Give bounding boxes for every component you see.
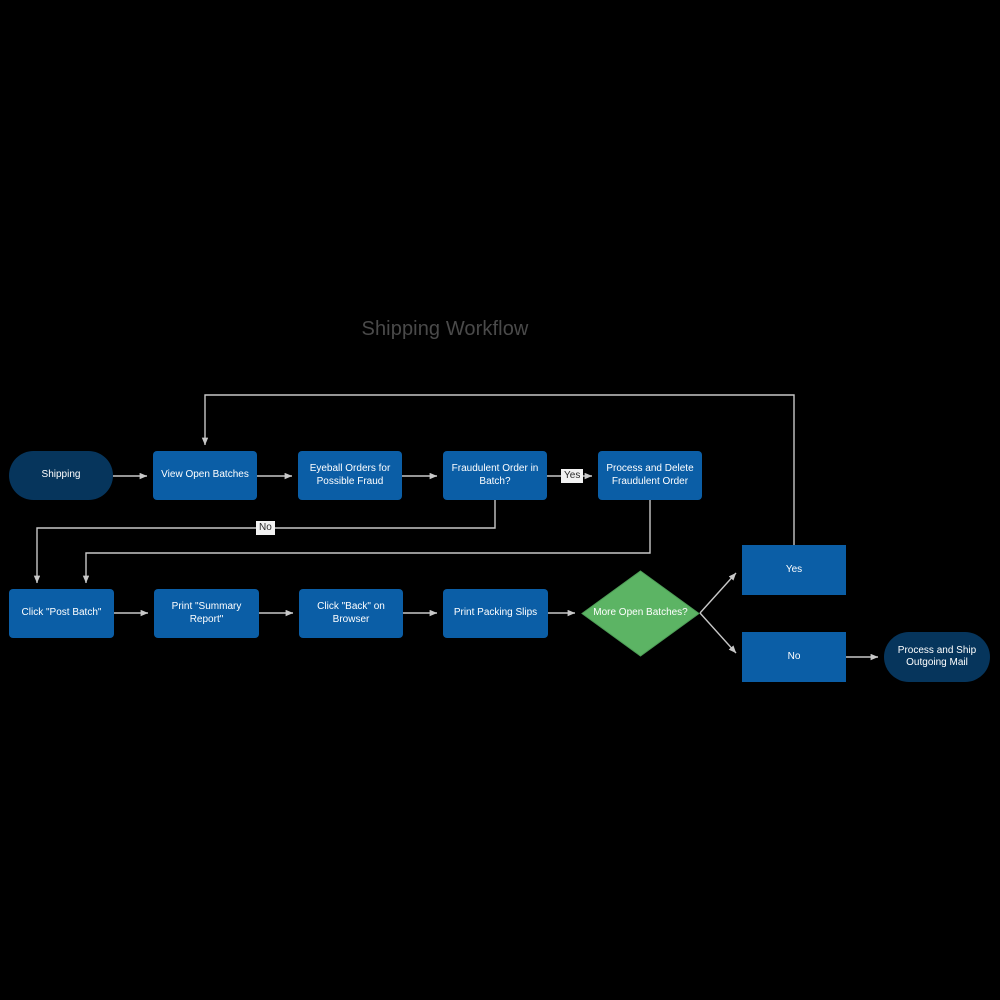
node-process-and-delete[interactable]: Process and Delete Fraudulent Order (598, 451, 702, 500)
node-label: Eyeball Orders for Possible Fraud (309, 463, 391, 487)
node-label: View Open Batches (161, 469, 249, 481)
node-label: No (787, 650, 801, 662)
node-label: Process and Ship Outgoing Mail (897, 644, 977, 669)
node-label: Shipping (41, 469, 81, 481)
node-print-summary-report[interactable]: Print "Summary Report" (154, 589, 259, 638)
node-print-packing-slips[interactable]: Print Packing Slips (443, 589, 548, 638)
edge-label-no: No (256, 521, 275, 535)
node-no-branch[interactable]: No (742, 632, 846, 682)
node-more-open-batches-decision[interactable]: More Open Batches? (581, 570, 700, 657)
node-view-open-batches[interactable]: View Open Batches (153, 451, 257, 500)
node-eyeball-orders[interactable]: Eyeball Orders for Possible Fraud (298, 451, 402, 500)
node-label: Click "Back" on Browser (317, 601, 385, 625)
node-label: More Open Batches? (593, 607, 688, 619)
edge-fraud-no-to-postbatch (33, 500, 496, 584)
node-yes-branch[interactable]: Yes (742, 545, 846, 595)
edge-decision-to-no (699, 612, 737, 654)
edge-label-yes: Yes (561, 469, 584, 483)
edge-layer (33, 394, 879, 661)
node-click-back-on-browser[interactable]: Click "Back" on Browser (299, 589, 403, 638)
node-label: Yes (785, 563, 803, 575)
edge-decision-to-yes (699, 572, 737, 614)
node-label: Fraudulent Order in Batch? (451, 463, 539, 487)
node-click-post-batch[interactable]: Click "Post Batch" (9, 589, 114, 638)
node-process-and-ship-outgoing-mail[interactable]: Process and Ship Outgoing Mail (884, 632, 990, 682)
node-fraudulent-order-check[interactable]: Fraudulent Order in Batch? (443, 451, 547, 500)
flowchart-canvas: Shipping Workflow Shipping View Open Bat… (0, 0, 1000, 1000)
page-title: Shipping Workflow (361, 318, 529, 340)
node-shipping[interactable]: Shipping (9, 451, 113, 500)
node-label: Print Packing Slips (453, 607, 538, 619)
node-label: Print "Summary Report" (171, 601, 242, 625)
node-label: Click "Post Batch" (21, 607, 102, 619)
edge-process-to-postbatch (82, 500, 651, 584)
node-label: Process and Delete Fraudulent Order (606, 463, 694, 487)
